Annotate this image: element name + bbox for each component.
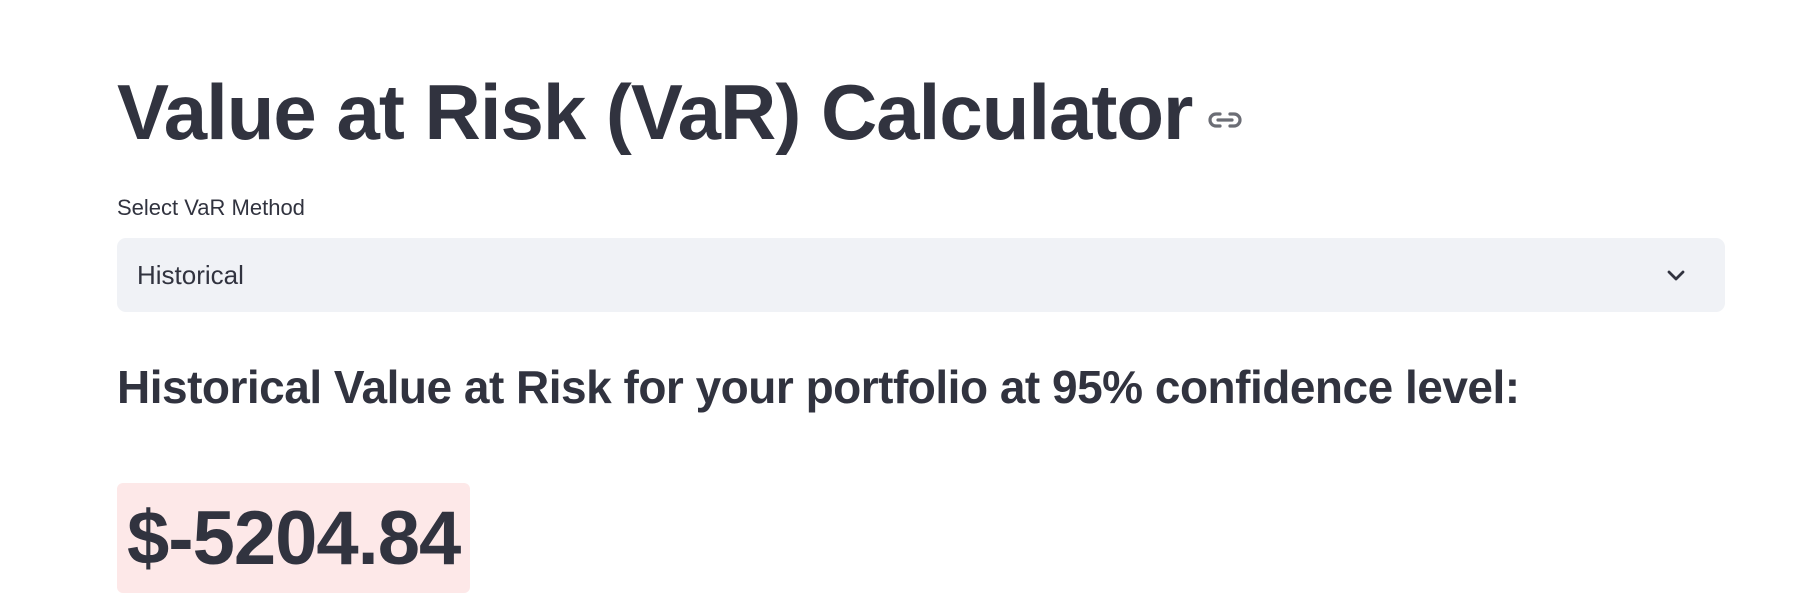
- page-title: Value at Risk (VaR) Calculator: [117, 68, 1193, 156]
- var-method-select[interactable]: Historical: [117, 238, 1725, 312]
- title-row: Value at Risk (VaR) Calculator: [117, 64, 1244, 160]
- select-method-label: Select VaR Method: [117, 195, 305, 220]
- select-selected-value: Historical: [137, 259, 244, 290]
- link-icon[interactable]: [1206, 108, 1244, 132]
- result-heading: Historical Value at Risk for your portfo…: [117, 361, 1520, 413]
- var-value: $-5204.84: [127, 495, 461, 581]
- var-value-badge: $-5204.84: [117, 483, 471, 593]
- page: Value at Risk (VaR) Calculator Select Va…: [0, 0, 1803, 613]
- chevron-down-icon[interactable]: [1665, 264, 1687, 286]
